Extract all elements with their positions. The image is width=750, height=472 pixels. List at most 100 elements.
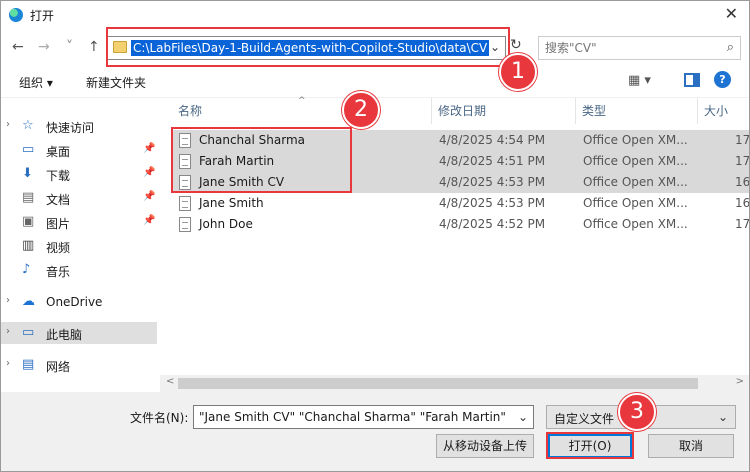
command-toolbar: 组织 ▾ 新建文件夹 ▦ ▾ ? [0,64,750,98]
pin-icon: 📌 [143,143,156,154]
file-size: 17 [735,133,750,147]
file-modified: 4/8/2025 4:51 PM [439,154,546,168]
sidebar-item-this-pc[interactable]: › ▭ 此电脑 [0,322,157,344]
expand-chevron-icon[interactable]: › [6,326,10,337]
document-file-icon [179,196,191,211]
column-header-modified[interactable]: 修改日期 [432,98,576,124]
organize-menu-button[interactable]: 组织 ▾ [19,74,53,91]
upload-from-mobile-button[interactable]: 从移动设备上传 [436,434,534,458]
sidebar-item-pictures[interactable]: ▣ 图片 📌 [0,211,157,233]
computer-icon: ▭ [22,325,35,340]
sidebar-item-onedrive[interactable]: › ☁ OneDrive [0,291,157,313]
sidebar-item-label: 下载 [46,169,71,183]
back-arrow-icon[interactable]: ← [12,39,24,55]
file-size: 17 [735,154,750,168]
refresh-icon[interactable]: ↻ [510,37,522,53]
dialog-title: 打开 [30,9,55,23]
filename-dropdown-icon[interactable]: ⌄ [518,410,528,424]
sidebar-item-documents[interactable]: ▤ 文档 📌 [0,187,157,209]
sidebar-item-network[interactable]: › ▤ 网络 [0,354,157,376]
file-type: Office Open XM... [583,133,688,147]
horizontal-scrollbar[interactable]: < > [160,375,750,392]
file-type: Office Open XM... [583,175,688,189]
close-icon[interactable]: ✕ [725,4,738,23]
sidebar-item-label: 视频 [46,241,71,255]
sidebar-item-label: 桌面 [46,145,71,159]
file-type-dropdown-icon[interactable]: ⌄ [718,410,728,424]
file-name: John Doe [199,217,253,231]
search-input[interactable] [545,40,715,56]
expand-chevron-icon[interactable]: › [6,119,10,130]
file-type-value: 自定义文件 [554,412,615,426]
file-type: Office Open XM... [583,154,688,168]
videos-icon: ▥ [22,238,35,253]
step-badge-2: 2 [342,91,380,129]
document-file-icon [179,217,191,232]
column-header-name[interactable]: 名称 [172,98,432,124]
title-bar: 打开 ✕ [0,0,750,30]
sidebar-item-label: 文档 [46,193,71,207]
view-options-icon[interactable]: ▦ ▾ [628,73,651,88]
scroll-left-icon[interactable]: < [166,376,174,387]
sidebar-item-label: OneDrive [46,295,103,309]
sidebar-item-label: 网络 [46,360,71,374]
music-icon: ♪ [22,262,31,277]
scrollbar-thumb[interactable] [178,378,698,389]
desktop-icon: ▭ [22,142,35,157]
file-modified: 4/8/2025 4:53 PM [439,196,546,210]
file-size: 17 [735,217,750,231]
pictures-icon: ▣ [22,214,35,229]
search-icon[interactable]: ⌕ [727,40,734,55]
highlight-selected-files [171,127,352,193]
preview-pane-icon[interactable] [684,73,700,87]
file-type: Office Open XM... [583,217,688,231]
sidebar-item-quick-access[interactable]: › ☆ 快速访问 [0,115,157,137]
download-icon: ⬇ [22,166,33,181]
expand-chevron-icon[interactable]: › [6,358,10,369]
file-modified: 4/8/2025 4:53 PM [439,175,546,189]
highlight-open-button [546,432,634,459]
cloud-icon: ☁ [22,294,35,309]
help-icon[interactable]: ? [714,71,731,88]
sidebar-item-downloads[interactable]: ⬇ 下载 📌 [0,163,157,185]
column-header-type[interactable]: 类型 [576,98,698,124]
sidebar-item-desktop[interactable]: ▭ 桌面 📌 [0,139,157,161]
sidebar-item-label: 音乐 [46,265,71,279]
documents-icon: ▤ [22,190,35,205]
navigation-pane: › ☆ 快速访问 ▭ 桌面 📌 ⬇ 下载 📌 ▤ 文档 📌 ▣ 图片 📌 ▥ 视… [0,98,160,388]
column-header-size[interactable]: 大小 [698,98,750,124]
up-folder-arrow-icon[interactable]: ↑ [88,39,100,55]
file-name: Jane Smith [199,196,264,210]
expand-chevron-icon[interactable]: › [6,295,10,306]
step-badge-1: 1 [499,53,537,91]
forward-arrow-icon[interactable]: → [38,39,50,55]
star-icon: ☆ [22,118,34,133]
recent-locations-chevron-icon[interactable]: ˅ [66,39,73,55]
edge-browser-icon [9,8,23,22]
pin-icon: 📌 [143,191,156,202]
pin-icon: 📌 [143,167,156,178]
file-row[interactable]: John Doe 4/8/2025 4:52 PM Office Open XM… [172,214,750,235]
filename-label: 文件名(N): [130,411,189,425]
file-modified: 4/8/2025 4:54 PM [439,133,546,147]
sidebar-item-label: 快速访问 [46,121,95,135]
sidebar-item-label: 图片 [46,217,71,231]
sidebar-item-label: 此电脑 [46,328,83,342]
sidebar-item-videos[interactable]: ▥ 视频 [0,235,157,257]
highlight-address-bar [106,27,510,67]
filename-field[interactable]: "Jane Smith CV" "Chanchal Sharma" "Farah… [193,405,534,429]
new-folder-button[interactable]: 新建文件夹 [86,74,146,91]
sidebar-item-music[interactable]: ♪ 音乐 [0,259,157,281]
file-size: 16 [735,196,750,210]
search-box[interactable]: ⌕ [538,36,741,60]
filename-value[interactable]: "Jane Smith CV" "Chanchal Sharma" "Farah… [199,410,506,424]
scroll-right-icon[interactable]: > [736,376,744,387]
step-badge-3: 3 [618,393,656,431]
pin-icon: 📌 [143,215,156,226]
file-size: 16 [735,175,750,189]
file-row[interactable]: Jane Smith 4/8/2025 4:53 PM Office Open … [172,193,750,214]
file-type: Office Open XM... [583,196,688,210]
cancel-button[interactable]: 取消 [648,434,734,458]
file-modified: 4/8/2025 4:52 PM [439,217,546,231]
network-icon: ▤ [22,357,35,372]
